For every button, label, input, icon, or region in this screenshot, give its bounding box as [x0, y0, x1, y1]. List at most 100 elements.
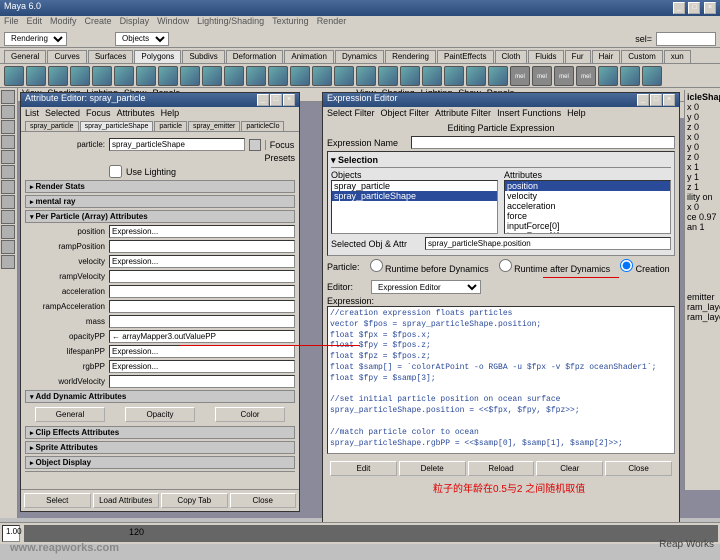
section-mental-ray[interactable]: mental ray	[25, 195, 295, 208]
shelf-tab[interactable]: Cloth	[495, 50, 528, 63]
shelf-tab[interactable]: Hair	[592, 50, 621, 63]
menu-item[interactable]: Modify	[50, 16, 77, 30]
close-button[interactable]: Close	[605, 461, 672, 476]
attributes-list[interactable]: position velocity acceleration force inp…	[504, 180, 671, 234]
shelf-tab[interactable]: General	[4, 50, 46, 63]
list-item[interactable]: position	[505, 181, 670, 191]
pp-input[interactable]	[109, 240, 295, 253]
shelf-icon-mel[interactable]: mel	[532, 66, 552, 86]
shelf-icon[interactable]	[620, 66, 640, 86]
pp-input-lifespan[interactable]	[109, 345, 295, 358]
menu-set-dropdown[interactable]: Rendering	[4, 32, 67, 46]
close-icon[interactable]: ×	[283, 94, 295, 106]
ae-menu-item[interactable]: Help	[161, 108, 180, 118]
maximize-icon[interactable]: □	[270, 94, 282, 106]
shelf-icon[interactable]	[400, 66, 420, 86]
attribute-editor-titlebar[interactable]: Attribute Editor: spray_particle _□×	[21, 93, 299, 107]
minimize-button[interactable]: _	[673, 2, 685, 14]
shelf-tab[interactable]: Polygons	[134, 50, 181, 63]
shelf-icon[interactable]	[4, 66, 24, 86]
shelf-tab[interactable]: Curves	[47, 50, 86, 63]
shelf-icon-mel[interactable]: mel	[554, 66, 574, 86]
pp-input[interactable]	[109, 375, 295, 388]
ee-menu-item[interactable]: Insert Functions	[497, 108, 561, 118]
shelf-icon-mel[interactable]: mel	[510, 66, 530, 86]
ch-item[interactable]: x 0	[687, 132, 718, 142]
shelf-icon[interactable]	[202, 66, 222, 86]
shelf-tab[interactable]: Dynamics	[335, 50, 384, 63]
expression-name-input[interactable]	[411, 136, 675, 149]
shelf-tab[interactable]: Surfaces	[88, 50, 134, 63]
edit-button[interactable]: Edit	[330, 461, 397, 476]
shelf-icon[interactable]	[224, 66, 244, 86]
shelf-icon[interactable]	[444, 66, 464, 86]
ch-item[interactable]: z 1	[687, 182, 718, 192]
layout-tool[interactable]	[1, 225, 15, 239]
shelf-tab[interactable]: Fluids	[528, 50, 563, 63]
ee-menu-item[interactable]: Object Filter	[381, 108, 430, 118]
ae-tab[interactable]: spray_emitter	[188, 121, 240, 131]
general-button[interactable]: General	[35, 407, 105, 422]
maximize-button[interactable]: □	[688, 2, 700, 14]
ch-item[interactable]: ce 0.97	[687, 212, 718, 222]
lasso-tool[interactable]	[1, 105, 15, 119]
objects-list[interactable]: spray_particle spray_particleShape	[331, 180, 498, 234]
shelf-tab[interactable]: Rendering	[385, 50, 436, 63]
close-button[interactable]: ×	[704, 2, 716, 14]
shelf-icon[interactable]	[70, 66, 90, 86]
layout-tool[interactable]	[1, 255, 15, 269]
ch-item[interactable]: x 0	[687, 202, 718, 212]
menu-item[interactable]: Display	[120, 16, 150, 30]
status-cell[interactable]: 1.00	[2, 525, 20, 542]
minimize-icon[interactable]: _	[257, 94, 269, 106]
close-button[interactable]: Close	[230, 493, 297, 508]
shelf-icon[interactable]	[114, 66, 134, 86]
ch-item[interactable]: y 0	[687, 112, 718, 122]
section-sprite[interactable]: Sprite Attributes	[25, 441, 295, 454]
sel-input[interactable]	[656, 32, 716, 46]
ae-tab[interactable]: spray_particle	[25, 121, 79, 131]
menu-item[interactable]: Window	[157, 16, 189, 30]
ch-item[interactable]: y 0	[687, 142, 718, 152]
shelf-tab[interactable]: Custom	[621, 50, 663, 63]
timeline[interactable]: 120	[24, 525, 718, 542]
shelf-tab[interactable]: Deformation	[226, 50, 284, 63]
section-clip[interactable]: Clip Effects Attributes	[25, 426, 295, 439]
list-item[interactable]: spray_particle	[332, 181, 497, 191]
shelf-icon[interactable]	[422, 66, 442, 86]
section-render-stats[interactable]: Render Stats	[25, 180, 295, 193]
particle-name-input[interactable]	[109, 138, 245, 151]
shelf-tab[interactable]: xun	[664, 50, 691, 63]
ae-menu-item[interactable]: Attributes	[117, 108, 155, 118]
maximize-icon[interactable]: □	[650, 94, 662, 106]
editor-dropdown[interactable]: Expression Editor	[371, 280, 481, 294]
menu-item[interactable]: Texturing	[272, 16, 309, 30]
section-per-particle[interactable]: Per Particle (Array) Attributes	[25, 210, 295, 223]
use-lighting-checkbox[interactable]	[109, 165, 122, 178]
section-objdisp[interactable]: Object Display	[25, 456, 295, 469]
ae-menu-item[interactable]: Focus	[86, 108, 111, 118]
select-tool[interactable]	[1, 90, 15, 104]
ch-item[interactable]: an 1	[687, 222, 718, 232]
pp-input[interactable]	[109, 360, 295, 373]
opacity-button[interactable]: Opacity	[125, 407, 195, 422]
list-item[interactable]: velocity	[505, 191, 670, 201]
clear-button[interactable]: Clear	[536, 461, 603, 476]
radio-runtime-after[interactable]: Runtime after Dynamics	[499, 259, 611, 274]
focus-button[interactable]: Focus	[265, 140, 295, 150]
shelf-icon[interactable]	[312, 66, 332, 86]
reload-button[interactable]: Reload	[468, 461, 535, 476]
tool[interactable]	[1, 180, 15, 194]
menu-item[interactable]: Create	[85, 16, 112, 30]
list-item[interactable]: force	[505, 211, 670, 221]
pp-input[interactable]	[109, 270, 295, 283]
ae-tab[interactable]: particleClo	[241, 121, 284, 131]
sel-obj-input[interactable]	[425, 237, 671, 250]
close-icon[interactable]: ×	[663, 94, 675, 106]
ee-menu-item[interactable]: Attribute Filter	[435, 108, 491, 118]
menu-item[interactable]: Edit	[27, 16, 43, 30]
menu-item[interactable]: File	[4, 16, 19, 30]
layout-tool[interactable]	[1, 210, 15, 224]
menu-item[interactable]: Render	[317, 16, 347, 30]
shelf-icon[interactable]	[378, 66, 398, 86]
